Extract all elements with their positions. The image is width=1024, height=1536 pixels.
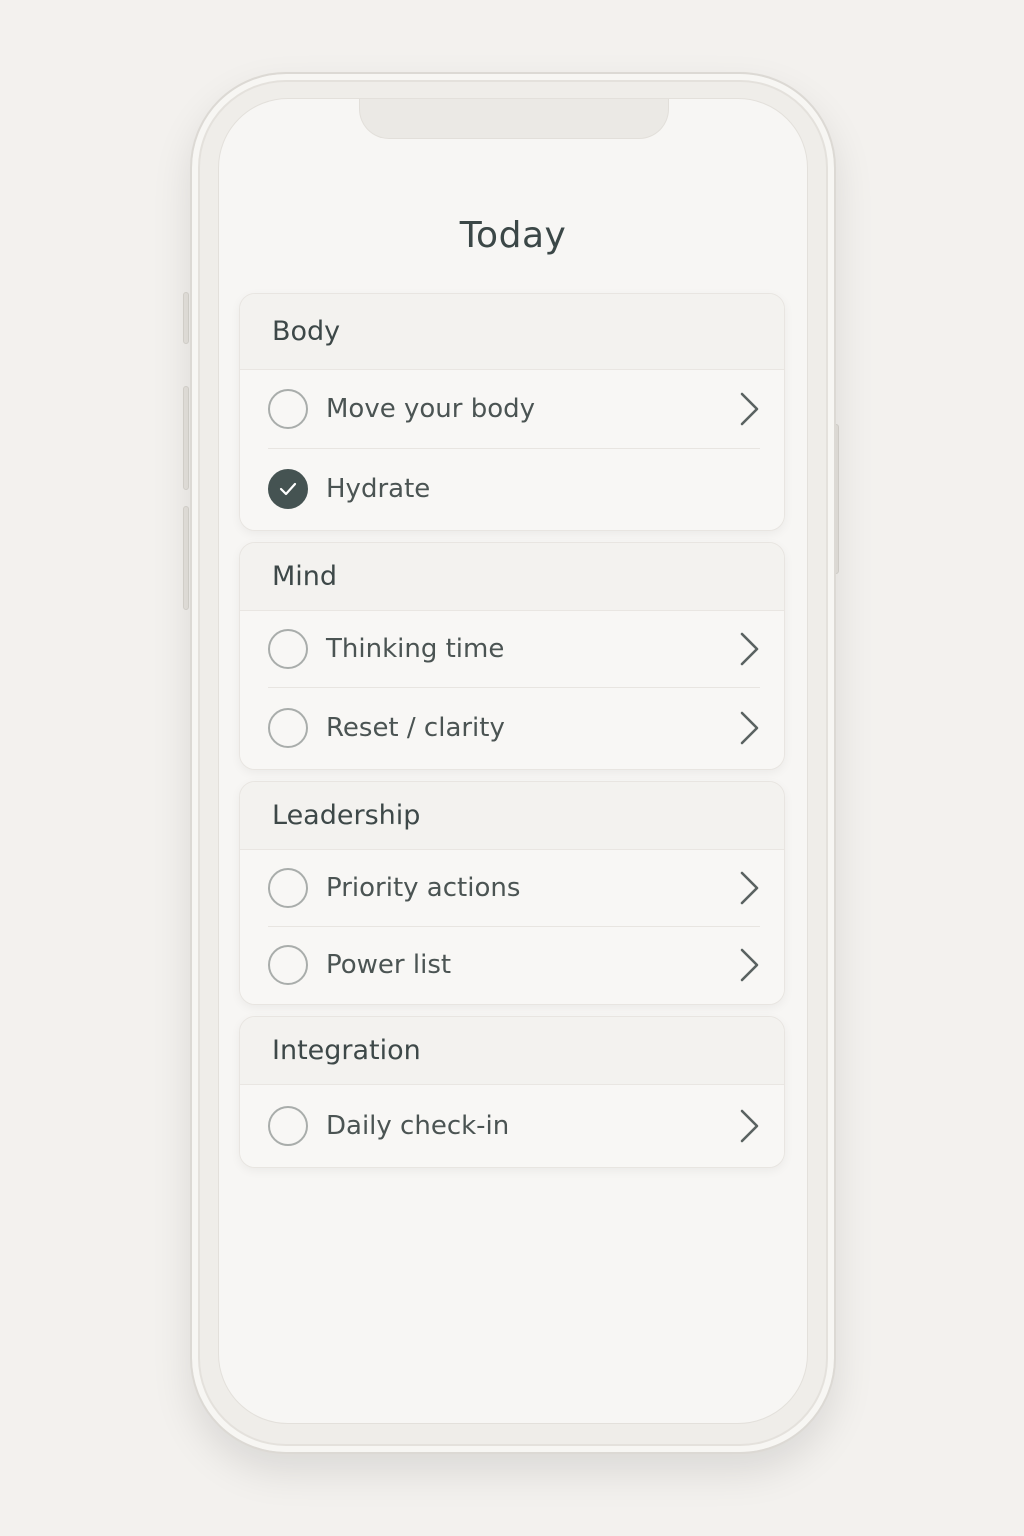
- section-heading: Integration: [240, 1017, 784, 1085]
- page-title: Today: [459, 215, 567, 256]
- chevron-right-icon[interactable]: [738, 391, 760, 427]
- mute-switch: [183, 292, 189, 344]
- task-move-your-body[interactable]: Move your body: [240, 370, 784, 448]
- unchecked-circle-icon[interactable]: [268, 389, 308, 429]
- unchecked-circle-icon[interactable]: [268, 868, 308, 908]
- chevron-right-icon[interactable]: [738, 870, 760, 906]
- task-label: Daily check-in: [326, 1111, 510, 1141]
- unchecked-circle-icon[interactable]: [268, 708, 308, 748]
- checkmark-icon: [279, 482, 297, 496]
- device-mockup: Today Body Move your body Hydrate Mind T…: [0, 0, 1024, 1536]
- checked-circle-icon[interactable]: [268, 469, 308, 509]
- chevron-right-icon[interactable]: [738, 947, 760, 983]
- task-hydrate[interactable]: Hydrate: [240, 448, 784, 530]
- notch: [359, 99, 669, 139]
- section-leadership: Leadership Priority actions Power list: [239, 781, 785, 1005]
- task-label: Power list: [326, 950, 452, 980]
- unchecked-circle-icon[interactable]: [268, 1106, 308, 1146]
- task-label: Priority actions: [326, 873, 521, 903]
- section-integration: Integration Daily check-in: [239, 1016, 785, 1168]
- volume-down-button: [183, 506, 189, 610]
- section-heading: Leadership: [240, 782, 784, 850]
- section-body: Body Move your body Hydrate: [239, 293, 785, 531]
- section-heading: Body: [240, 294, 784, 370]
- unchecked-circle-icon[interactable]: [268, 945, 308, 985]
- task-daily-check-in[interactable]: Daily check-in: [240, 1085, 784, 1167]
- chevron-right-icon[interactable]: [738, 631, 760, 667]
- unchecked-circle-icon[interactable]: [268, 629, 308, 669]
- section-mind: Mind Thinking time Reset / clarity: [239, 542, 785, 770]
- task-label: Hydrate: [326, 474, 431, 504]
- chevron-right-icon[interactable]: [738, 710, 760, 746]
- task-reset-clarity[interactable]: Reset / clarity: [240, 687, 784, 769]
- volume-up-button: [183, 386, 189, 490]
- task-label: Reset / clarity: [326, 713, 505, 743]
- task-thinking-time[interactable]: Thinking time: [240, 611, 784, 687]
- chevron-right-icon[interactable]: [738, 1108, 760, 1144]
- task-label: Move your body: [326, 394, 536, 424]
- task-label: Thinking time: [326, 634, 505, 664]
- phone-screen: Today Body Move your body Hydrate Mind T…: [218, 98, 808, 1424]
- section-heading: Mind: [240, 543, 784, 611]
- task-power-list[interactable]: Power list: [240, 926, 784, 1004]
- task-priority-actions[interactable]: Priority actions: [240, 850, 784, 926]
